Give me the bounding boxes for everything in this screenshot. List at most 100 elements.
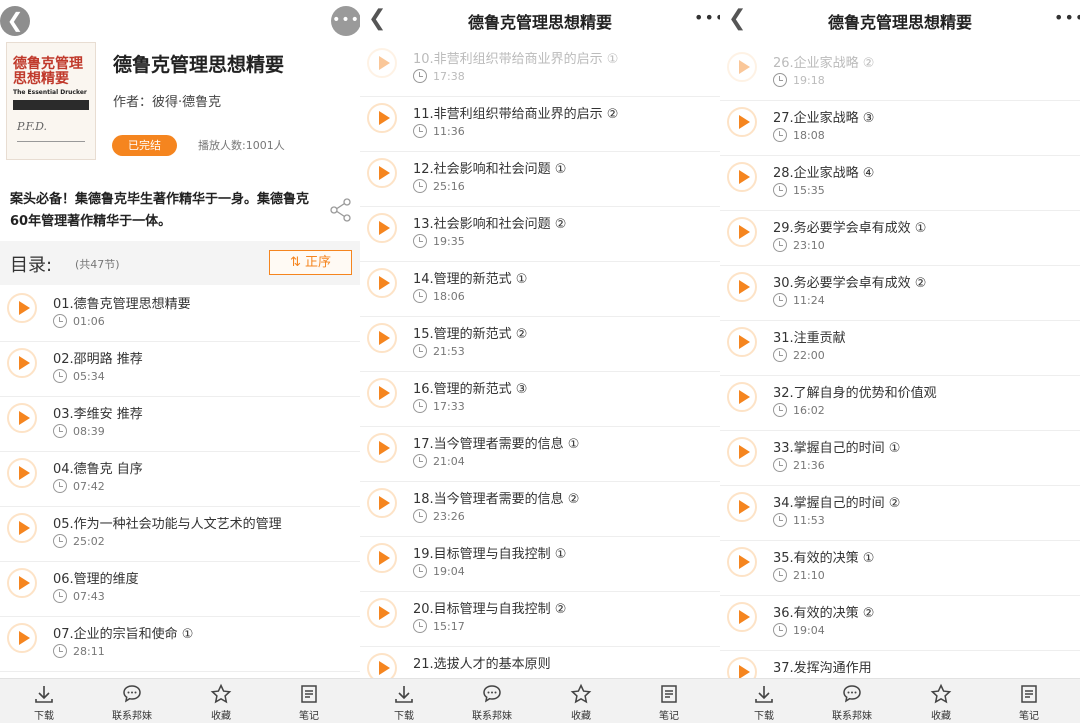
clock-icon bbox=[773, 128, 787, 142]
more-icon[interactable]: ••• bbox=[1054, 8, 1080, 27]
episode-title: 21.选拔人才的基本原则 bbox=[413, 657, 551, 672]
episode-title: 15.管理的新范式 ② bbox=[413, 327, 528, 342]
bottom-toolbar: 下载 联系邦妹 收藏 笔记 bbox=[0, 678, 360, 723]
play-icon[interactable] bbox=[367, 213, 397, 243]
episode-row[interactable]: 12.社会影响和社会问题 ① 25:16 bbox=[360, 152, 720, 207]
clock-icon bbox=[413, 344, 427, 358]
play-icon[interactable] bbox=[367, 103, 397, 133]
episode-row[interactable]: 18.当今管理者需要的信息 ② 23:26 bbox=[360, 482, 720, 537]
toolbar-button-download[interactable]: 下载 bbox=[369, 683, 439, 722]
episode-row[interactable]: 01.德鲁克管理思想精要 01:06 bbox=[0, 287, 360, 342]
episode-row[interactable]: 03.李维安 推荐 08:39 bbox=[0, 397, 360, 452]
episode-row[interactable]: 16.管理的新范式 ③ 17:33 bbox=[360, 372, 720, 427]
play-icon[interactable] bbox=[7, 403, 37, 433]
header-title: 德鲁克管理思想精要 bbox=[827, 13, 972, 32]
episode-row[interactable]: 36.有效的决策 ② 19:04 bbox=[720, 596, 1080, 651]
toolbar-button-notes[interactable]: 笔记 bbox=[994, 683, 1064, 722]
episode-duration: 17:33 bbox=[433, 400, 465, 413]
episode-row[interactable]: 20.目标管理与自我控制 ② 15:17 bbox=[360, 592, 720, 647]
play-icon[interactable] bbox=[7, 568, 37, 598]
episode-row[interactable]: 28.企业家战略 ④ 15:35 bbox=[720, 156, 1080, 211]
episode-title: 31.注重贡献 bbox=[773, 331, 846, 346]
play-icon[interactable] bbox=[727, 52, 757, 82]
episode-duration: 18:08 bbox=[793, 129, 825, 142]
play-icon[interactable] bbox=[367, 268, 397, 298]
episode-row[interactable]: 29.务必要学会卓有成效 ① 23:10 bbox=[720, 211, 1080, 266]
toolbar-button-chat[interactable]: 联系邦妹 bbox=[457, 683, 527, 722]
play-icon[interactable] bbox=[727, 547, 757, 577]
more-icon[interactable]: ••• bbox=[694, 8, 720, 27]
episode-row[interactable]: 02.邵明路 推荐 05:34 bbox=[0, 342, 360, 397]
notes-icon bbox=[274, 683, 344, 707]
clock-icon bbox=[53, 479, 67, 493]
play-icon[interactable] bbox=[727, 272, 757, 302]
toolbar-button-download[interactable]: 下载 bbox=[9, 683, 79, 722]
toolbar-label: 笔记 bbox=[299, 711, 319, 722]
episode-row[interactable]: 27.企业家战略 ③ 18:08 bbox=[720, 101, 1080, 156]
clock-icon bbox=[773, 513, 787, 527]
episode-title: 26.企业家战略 ② bbox=[773, 56, 875, 71]
play-icon[interactable] bbox=[367, 543, 397, 573]
play-icon[interactable] bbox=[727, 327, 757, 357]
episode-title: 20.目标管理与自我控制 ② bbox=[413, 602, 567, 617]
episode-row[interactable]: 32.了解自身的优势和价值观 16:02 bbox=[720, 376, 1080, 431]
play-icon[interactable] bbox=[367, 598, 397, 628]
play-icon[interactable] bbox=[7, 513, 37, 543]
episode-row[interactable]: 14.管理的新范式 ① 18:06 bbox=[360, 262, 720, 317]
download-icon bbox=[729, 683, 799, 707]
toolbar-button-chat[interactable]: 联系邦妹 bbox=[817, 683, 887, 722]
toolbar-button-download[interactable]: 下载 bbox=[729, 683, 799, 722]
episode-row[interactable]: 26.企业家战略 ② 19:18 bbox=[720, 46, 1080, 101]
more-button[interactable]: ••• bbox=[331, 6, 360, 36]
toolbar-button-star[interactable]: 收藏 bbox=[186, 683, 256, 722]
play-icon[interactable] bbox=[367, 48, 397, 78]
toolbar-button-notes[interactable]: 笔记 bbox=[634, 683, 704, 722]
episode-row[interactable]: 35.有效的决策 ① 21:10 bbox=[720, 541, 1080, 596]
back-button[interactable]: ❮ bbox=[0, 6, 30, 36]
episode-row[interactable]: 10.非营利组织带给商业界的启示 ① 17:38 bbox=[360, 42, 720, 97]
toolbar-button-star[interactable]: 收藏 bbox=[546, 683, 616, 722]
play-icon[interactable] bbox=[367, 433, 397, 463]
episode-row[interactable]: 07.企业的宗旨和使命 ① 28:11 bbox=[0, 617, 360, 672]
episode-row[interactable]: 04.德鲁克 自序 07:42 bbox=[0, 452, 360, 507]
play-icon[interactable] bbox=[727, 382, 757, 412]
share-icon[interactable] bbox=[329, 198, 353, 222]
episode-title: 33.掌握自己的时间 ① bbox=[773, 441, 901, 456]
episode-duration: 17:38 bbox=[433, 70, 465, 83]
play-icon[interactable] bbox=[7, 293, 37, 323]
play-icon[interactable] bbox=[367, 158, 397, 188]
sort-button[interactable]: ⇅ 正序 bbox=[269, 250, 352, 275]
episode-row[interactable]: 17.当今管理者需要的信息 ① 21:04 bbox=[360, 427, 720, 482]
nav-header: ❮ 德鲁克管理思想精要 ••• bbox=[720, 0, 1080, 40]
play-icon[interactable] bbox=[7, 348, 37, 378]
play-icon[interactable] bbox=[7, 458, 37, 488]
episode-duration: 11:36 bbox=[433, 125, 465, 138]
play-icon[interactable] bbox=[367, 323, 397, 353]
episode-row[interactable]: 33.掌握自己的时间 ① 21:36 bbox=[720, 431, 1080, 486]
toolbar-button-notes[interactable]: 笔记 bbox=[274, 683, 344, 722]
episode-title: 12.社会影响和社会问题 ① bbox=[413, 162, 567, 177]
play-icon[interactable] bbox=[727, 437, 757, 467]
toolbar-button-chat[interactable]: 联系邦妹 bbox=[97, 683, 167, 722]
play-icon[interactable] bbox=[7, 623, 37, 653]
play-icon[interactable] bbox=[727, 492, 757, 522]
play-icon[interactable] bbox=[727, 602, 757, 632]
episode-row[interactable]: 19.目标管理与自我控制 ① 19:04 bbox=[360, 537, 720, 592]
toolbar-button-star[interactable]: 收藏 bbox=[906, 683, 976, 722]
episode-row[interactable]: 30.务必要学会卓有成效 ② 11:24 bbox=[720, 266, 1080, 321]
toolbar-label: 联系邦妹 bbox=[472, 711, 512, 722]
episode-row[interactable]: 13.社会影响和社会问题 ② 19:35 bbox=[360, 207, 720, 262]
episode-title: 03.李维安 推荐 bbox=[53, 407, 143, 422]
episode-row[interactable]: 34.掌握自己的时间 ② 11:53 bbox=[720, 486, 1080, 541]
episode-duration: 15:35 bbox=[793, 184, 825, 197]
play-icon[interactable] bbox=[367, 488, 397, 518]
play-icon[interactable] bbox=[727, 217, 757, 247]
episode-row[interactable]: 06.管理的维度 07:43 bbox=[0, 562, 360, 617]
episode-row[interactable]: 11.非营利组织带给商业界的启示 ② 11:36 bbox=[360, 97, 720, 152]
episode-row[interactable]: 31.注重贡献 22:00 bbox=[720, 321, 1080, 376]
play-icon[interactable] bbox=[727, 162, 757, 192]
episode-row[interactable]: 15.管理的新范式 ② 21:53 bbox=[360, 317, 720, 372]
play-icon[interactable] bbox=[367, 378, 397, 408]
episode-row[interactable]: 05.作为一种社会功能与人文艺术的管理 25:02 bbox=[0, 507, 360, 562]
play-icon[interactable] bbox=[727, 107, 757, 137]
